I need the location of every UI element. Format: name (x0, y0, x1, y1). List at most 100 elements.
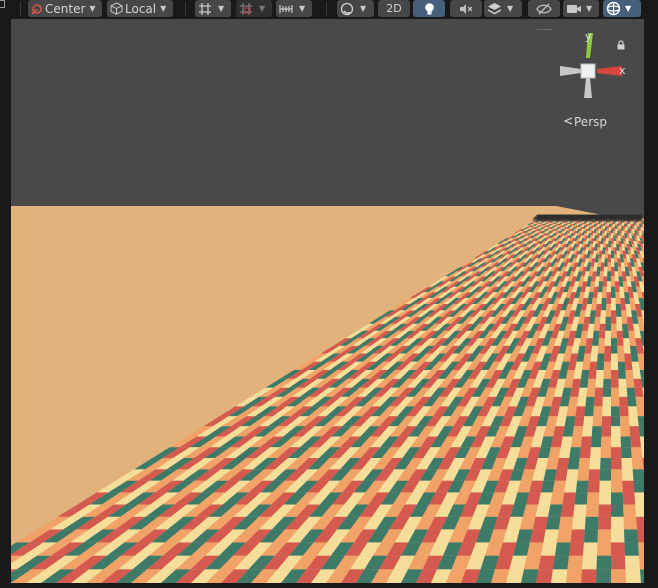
scene-effects-dropdown[interactable]: ▼ (484, 0, 522, 17)
scene-visibility-toggle[interactable] (528, 0, 560, 17)
floor-tile (618, 240, 622, 244)
floor-tile (618, 243, 622, 248)
axis-cone-neg-y[interactable] (584, 78, 592, 98)
axis-cone-neg-x[interactable] (560, 66, 581, 76)
floor-tile (614, 225, 617, 227)
gizmos-dropdown[interactable]: ▼ (603, 0, 641, 17)
projection-label: Persp (574, 115, 607, 129)
floor-tile (619, 292, 625, 298)
draw-mode-dropdown[interactable]: ▼ (337, 0, 374, 17)
floor-tile (604, 254, 608, 259)
window-border (0, 19, 11, 588)
floor-tile (619, 254, 624, 259)
floor-tile (569, 542, 584, 556)
floor-tile (604, 338, 611, 346)
floor-tile (621, 447, 632, 458)
floor-tile (596, 222, 599, 224)
floor-tile (597, 225, 600, 227)
floor-tile (611, 240, 614, 244)
floor-tile (611, 238, 614, 241)
floor-tile (611, 353, 618, 362)
floor-tile (567, 458, 580, 470)
floor-tile (599, 469, 611, 481)
floor-tile (612, 223, 615, 226)
scene-audio-toggle[interactable] (450, 0, 482, 17)
chevron-down-icon: ▼ (625, 4, 632, 13)
floor-tile (600, 262, 605, 267)
floor-tile (625, 370, 634, 379)
floor-tile (601, 235, 605, 239)
floor-tile (570, 436, 583, 448)
floor-tile (618, 271, 623, 277)
floor-tile (616, 223, 619, 226)
pivot-mode-dropdown[interactable]: Center ▼ (28, 0, 102, 17)
floor-tile (611, 361, 619, 370)
floor-tile (585, 338, 593, 346)
orientation-gizmo[interactable]: y x (545, 28, 635, 108)
floor-tile (585, 396, 595, 407)
floor-tile (611, 406, 620, 417)
floor-tile (633, 378, 643, 388)
floor-tile (622, 281, 628, 287)
pivot-rotation-dropdown[interactable]: Local ▼ (107, 0, 173, 17)
increment-snap-dropdown[interactable]: ▼ (276, 0, 312, 17)
floor-tile (600, 243, 604, 248)
floor-tile (622, 225, 625, 227)
floor-tile (606, 286, 611, 293)
floor-tile (550, 492, 565, 505)
floor-tile (601, 225, 604, 227)
floor-tile (613, 247, 617, 251)
floor-tile (616, 247, 620, 251)
floor-tile (611, 297, 616, 304)
floor-tile (611, 492, 624, 505)
floor-tile (611, 345, 618, 354)
chevron-down-icon: ▼ (160, 4, 167, 13)
floor-tile (621, 469, 634, 481)
floor-tile (631, 447, 643, 458)
floor-tile (599, 222, 602, 224)
floor-tile (598, 222, 601, 224)
floor-tile (605, 330, 611, 339)
floor-tile (574, 492, 588, 505)
scene-camera-dropdown[interactable]: ▼ (563, 0, 599, 17)
floor-tile (541, 542, 557, 556)
floor-tile (619, 286, 625, 293)
projection-toggle[interactable]: Persp (563, 115, 607, 129)
floor-tile (600, 458, 611, 470)
floor-tile (602, 406, 611, 417)
floor-tile (617, 262, 622, 267)
floor-tile (604, 228, 607, 231)
floor-tile (629, 338, 637, 346)
audio-mute-icon (459, 3, 473, 15)
floor-tile (611, 504, 624, 517)
floor-tile (614, 254, 618, 259)
floor-tile (545, 516, 561, 530)
toolbar-separator (185, 2, 186, 16)
chevron-down-icon: ▼ (360, 4, 367, 13)
chevron-down-icon: ▼ (507, 4, 514, 13)
floor-tile (580, 436, 592, 448)
floor-tile (599, 225, 602, 227)
floor-tile (616, 227, 620, 229)
grid-visibility-dropdown[interactable]: ▼ (195, 0, 231, 17)
floor-tile (629, 345, 638, 354)
floor-tile (598, 240, 602, 244)
floor-tile (586, 330, 594, 339)
floor-tile-label: H6 (637, 214, 643, 219)
floor-tile (623, 286, 629, 293)
floor-tile (616, 222, 619, 224)
scene-lighting-toggle[interactable] (413, 0, 445, 17)
floor-tile (612, 225, 615, 227)
floor-tile (632, 370, 642, 379)
gizmo-center-cube[interactable] (580, 63, 596, 79)
floor-tile (587, 480, 600, 493)
pivot-mode-label: Center (45, 1, 86, 16)
floor-tile (591, 345, 599, 354)
floor-tile (620, 238, 624, 241)
toggle-2d-button[interactable]: 2D (378, 0, 410, 17)
floor-tile (616, 254, 621, 259)
floor-tile (626, 378, 635, 388)
floor-tile (595, 304, 602, 311)
grid-snap-dropdown[interactable]: ▼ (236, 0, 272, 17)
floor-tile (613, 228, 616, 231)
